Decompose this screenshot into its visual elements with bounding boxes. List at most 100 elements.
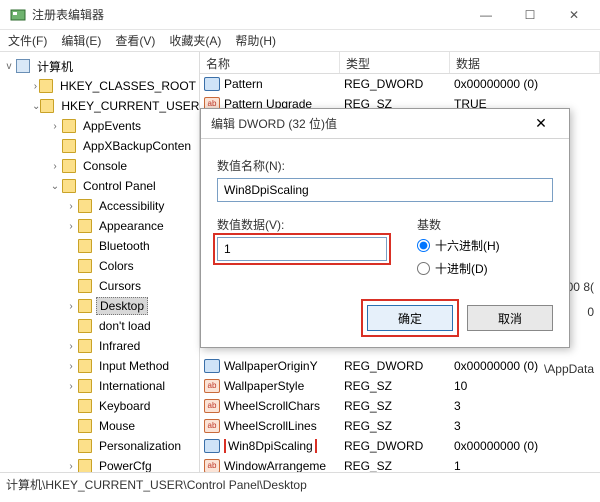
tree-item-label: Bluetooth <box>96 238 153 254</box>
folder-icon <box>78 419 92 433</box>
list-row[interactable]: WallpaperOriginYREG_DWORD0x00000000 (0) <box>200 356 600 376</box>
value-type-icon <box>204 359 220 373</box>
tree-item[interactable]: › AppEvents <box>0 116 199 136</box>
value-type-icon: ab <box>204 419 220 433</box>
tree-item[interactable]: Personalization <box>0 436 199 456</box>
tree-item[interactable]: › International <box>0 376 199 396</box>
value-type: REG_SZ <box>344 379 454 393</box>
tree-item[interactable]: ⌄HKEY_CURRENT_USER <box>0 96 199 116</box>
value-type-icon <box>204 439 220 453</box>
radio-dec-input[interactable] <box>417 262 430 275</box>
expand-icon[interactable]: › <box>64 301 78 312</box>
tree-item-label: Console <box>80 158 130 174</box>
list-row[interactable]: abWheelScrollCharsREG_SZ3 <box>200 396 600 416</box>
tree-item[interactable]: › HKEY_CLASSES_ROOT <box>0 76 199 96</box>
tree-item[interactable]: › Accessibility <box>0 196 199 216</box>
value-data-input[interactable] <box>217 237 387 261</box>
value-data: 1 <box>454 459 600 472</box>
radio-dec[interactable]: 十进制(D) <box>417 260 500 277</box>
header-type[interactable]: 类型 <box>340 52 450 73</box>
menu-edit[interactable]: 编辑(E) <box>61 32 101 49</box>
expand-icon[interactable]: ⌄ <box>48 181 62 192</box>
expand-icon[interactable]: ⌄ <box>32 101 40 112</box>
header-name[interactable]: 名称 <box>200 52 340 73</box>
computer-icon <box>16 59 30 73</box>
cancel-button[interactable]: 取消 <box>467 305 553 331</box>
tree-item[interactable]: › Console <box>0 156 199 176</box>
menu-file[interactable]: 文件(F) <box>8 32 47 49</box>
list-row[interactable]: Win8DpiScalingREG_DWORD0x00000000 (0) <box>200 436 600 456</box>
list-row[interactable]: ab WallpaperStyleREG_SZ10 <box>200 376 600 396</box>
registry-tree[interactable]: v 计算机 › HKEY_CLASSES_ROOT ⌄HKEY_CURRENT_US… <box>0 52 200 472</box>
close-button[interactable]: ✕ <box>552 1 596 29</box>
value-name: WallpaperStyle <box>224 379 344 393</box>
ok-button[interactable]: 确定 <box>367 305 453 331</box>
tree-item-label: Personalization <box>96 438 184 454</box>
tree-item[interactable]: ›PowerCfg <box>0 456 199 472</box>
highlight-box: Win8DpiScaling <box>224 439 317 453</box>
value-type: REG_DWORD <box>344 439 454 453</box>
folder-icon <box>78 259 92 273</box>
radio-hex[interactable]: 十六进制(H) <box>417 237 500 254</box>
minimize-button[interactable]: — <box>464 1 508 29</box>
tree-item[interactable]: Cursors <box>0 276 199 296</box>
expand-icon[interactable]: › <box>64 221 78 232</box>
expand-icon[interactable]: › <box>48 121 62 132</box>
tree-item[interactable]: › Infrared <box>0 336 199 356</box>
dialog-close-icon[interactable]: ✕ <box>523 110 559 138</box>
value-name: WindowArrangeme <box>224 459 344 472</box>
tree-item[interactable]: Bluetooth <box>0 236 199 256</box>
tree-item[interactable]: AppXBackupConten <box>0 136 199 156</box>
tree-item-label: AppEvents <box>80 118 144 134</box>
tree-item[interactable]: › Appearance <box>0 216 199 236</box>
tree-item-label: Infrared <box>96 338 143 354</box>
tree-item-label: don't load <box>96 318 154 334</box>
bg-text: \AppData <box>544 362 594 376</box>
tree-item[interactable]: ›Desktop <box>0 296 199 316</box>
folder-icon <box>78 299 92 313</box>
folder-icon <box>62 139 76 153</box>
tree-item[interactable]: Keyboard <box>0 396 199 416</box>
folder-icon <box>78 399 92 413</box>
value-data: 10 <box>454 379 600 393</box>
value-type-icon: ab <box>204 379 220 393</box>
value-data: 0x00000000 (0) <box>454 77 600 91</box>
radio-hex-input[interactable] <box>417 239 430 252</box>
value-name-input[interactable] <box>217 178 553 202</box>
expand-icon[interactable]: › <box>48 161 62 172</box>
tree-item[interactable]: Mouse <box>0 416 199 436</box>
header-data[interactable]: 数据 <box>450 52 600 73</box>
tree-item[interactable]: › Input Method <box>0 356 199 376</box>
expand-icon[interactable]: › <box>64 381 78 392</box>
expand-icon[interactable]: › <box>64 361 78 372</box>
folder-icon <box>40 99 54 113</box>
tree-item-label: Input Method <box>96 358 172 374</box>
tree-root[interactable]: v 计算机 <box>0 56 199 76</box>
expand-icon[interactable]: › <box>64 201 78 212</box>
value-name: Pattern <box>224 77 344 91</box>
expand-icon[interactable]: › <box>32 81 39 92</box>
folder-icon <box>62 179 76 193</box>
expand-icon[interactable]: › <box>64 461 78 472</box>
tree-item[interactable]: ⌄Control Panel <box>0 176 199 196</box>
value-name-label: 数值名称(N): <box>217 157 553 174</box>
tree-item-label: HKEY_CLASSES_ROOT <box>57 78 199 94</box>
menu-help[interactable]: 帮助(H) <box>235 32 276 49</box>
menu-view[interactable]: 查看(V) <box>115 32 155 49</box>
list-row[interactable]: PatternREG_DWORD0x00000000 (0) <box>200 74 600 94</box>
tree-item[interactable]: don't load <box>0 316 199 336</box>
list-row[interactable]: abWheelScrollLinesREG_SZ3 <box>200 416 600 436</box>
tree-item-label: International <box>96 378 168 394</box>
list-header: 名称 类型 数据 <box>200 52 600 74</box>
expand-icon[interactable]: › <box>64 341 78 352</box>
tree-item[interactable]: Colors <box>0 256 199 276</box>
value-type: REG_SZ <box>344 419 454 433</box>
list-row[interactable]: abWindowArrangemeREG_SZ1 <box>200 456 600 472</box>
maximize-button[interactable]: ☐ <box>508 1 552 29</box>
folder-icon <box>39 79 53 93</box>
dialog-titlebar: 编辑 DWORD (32 位)值 ✕ <box>201 109 569 139</box>
tree-item-label: Accessibility <box>96 198 167 214</box>
value-type-icon <box>204 77 220 91</box>
menu-favorites[interactable]: 收藏夹(A) <box>169 32 221 49</box>
tree-item-label: Appearance <box>96 218 167 234</box>
